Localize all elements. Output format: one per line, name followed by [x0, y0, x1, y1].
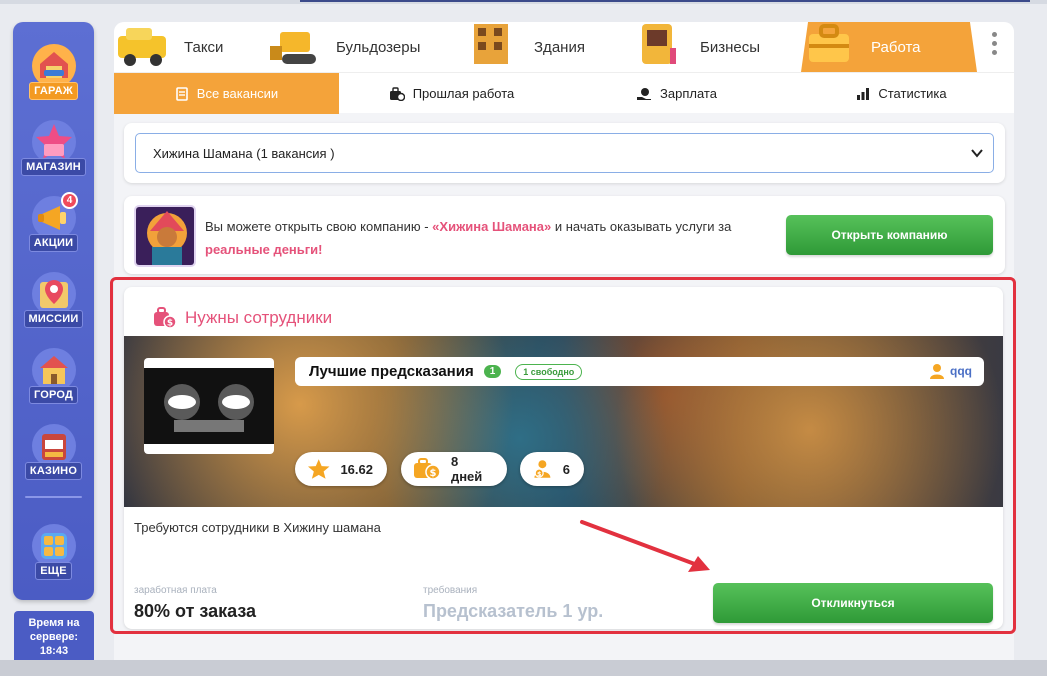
- promo-card: Вы можете открыть свою компанию - «Хижин…: [124, 196, 1005, 274]
- sidebar-item-label: АКЦИИ: [28, 234, 79, 252]
- tab-buildings[interactable]: Здания: [464, 22, 624, 72]
- sub-tabs: Все вакансии Прошлая работа Зарплата Ста…: [114, 72, 1014, 114]
- bulldozer-icon: [270, 32, 316, 64]
- subtab-label: Зарплата: [660, 86, 717, 101]
- subtab-past-work[interactable]: Прошлая работа: [339, 73, 564, 114]
- briefcase-icon: [809, 24, 849, 62]
- tab-label: Работа: [871, 38, 921, 56]
- company-select[interactable]: Хижина Шамана (1 вакансия ): [135, 133, 994, 173]
- sidebar-item-shop[interactable]: МАГАЗИН: [13, 118, 94, 190]
- document-icon: [175, 86, 188, 101]
- subtab-label: Статистика: [878, 86, 947, 101]
- subtab-label: Прошлая работа: [412, 86, 515, 101]
- promo-text-highlight: реальные деньги!: [205, 242, 323, 257]
- sidebar: ГАРАЖ МАГАЗИН 4 АКЦИИ МИССИИ ГОРОД КАЗИН…: [13, 22, 94, 600]
- tab-label: Бульдозеры: [336, 38, 421, 56]
- open-company-button[interactable]: Открыть компанию: [786, 215, 993, 255]
- sidebar-item-more[interactable]: ЕЩЕ: [13, 522, 94, 594]
- tab-taxi[interactable]: Такси: [114, 22, 264, 72]
- server-time-label: Время на сервере:: [28, 617, 80, 643]
- subtab-statistics[interactable]: Статистика: [789, 73, 1014, 114]
- sidebar-item-label: МИССИИ: [23, 310, 84, 328]
- promo-text-middle: и начать оказывать услуги за: [551, 219, 732, 234]
- subtab-salary[interactable]: Зарплата: [564, 73, 789, 114]
- server-time-value: 18:43: [39, 645, 69, 657]
- chevron-down-icon: [971, 149, 983, 158]
- subtab-all-vacancies[interactable]: Все вакансии: [114, 73, 339, 114]
- building-icon: [474, 24, 508, 64]
- tab-businesses[interactable]: Бизнесы: [630, 22, 790, 72]
- business-icon: [642, 24, 676, 64]
- annotation-highlight-frame: [110, 277, 1016, 634]
- top-tabs: Такси Бульдозеры Здания Бизнесы Работа: [114, 22, 1014, 72]
- sidebar-item-city[interactable]: ГОРОД: [13, 346, 94, 418]
- promo-company-name: «Хижина Шамана»: [432, 219, 552, 234]
- taxi-icon: [118, 28, 166, 66]
- tab-label: Бизнесы: [700, 38, 761, 56]
- promo-text: Вы можете открыть свою компанию - «Хижин…: [205, 215, 745, 261]
- sidebar-divider: [25, 496, 82, 498]
- tab-label: Такси: [184, 38, 224, 56]
- briefcase-clock-icon: [389, 86, 405, 101]
- subtab-label: Все вакансии: [196, 86, 279, 101]
- tab-bulldozers[interactable]: Бульдозеры: [266, 22, 456, 72]
- page-bottom-strip: [0, 660, 1047, 676]
- tab-label: Здания: [534, 38, 585, 56]
- sidebar-item-garage[interactable]: ГАРАЖ: [13, 42, 94, 114]
- bar-chart-icon: [857, 87, 870, 100]
- sidebar-item-promotions[interactable]: 4 АКЦИИ: [13, 192, 94, 266]
- salary-hand-icon: [637, 87, 652, 100]
- company-select-card: Хижина Шамана (1 вакансия ): [124, 123, 1005, 183]
- sidebar-item-label: ГОРОД: [28, 386, 79, 404]
- sidebar-item-casino[interactable]: КАЗИНО: [13, 422, 94, 494]
- promotions-count-badge: 4: [61, 192, 78, 209]
- page-top-line: [300, 0, 1030, 2]
- sidebar-item-label: ГАРАЖ: [29, 82, 78, 100]
- promo-text-before: Вы можете открыть свою компанию -: [205, 219, 433, 234]
- more-options-icon[interactable]: [992, 32, 998, 62]
- sidebar-item-label: КАЗИНО: [24, 462, 83, 480]
- sidebar-item-missions[interactable]: МИССИИ: [13, 270, 94, 342]
- company-select-value: Хижина Шамана (1 вакансия ): [153, 145, 335, 161]
- sidebar-item-label: МАГАЗИН: [21, 158, 86, 176]
- sidebar-item-label: ЕЩЕ: [35, 562, 72, 580]
- shaman-avatar: [134, 205, 196, 267]
- server-time-box: Время на сервере: 18:43: [14, 611, 94, 665]
- tab-work[interactable]: Работа: [801, 22, 977, 72]
